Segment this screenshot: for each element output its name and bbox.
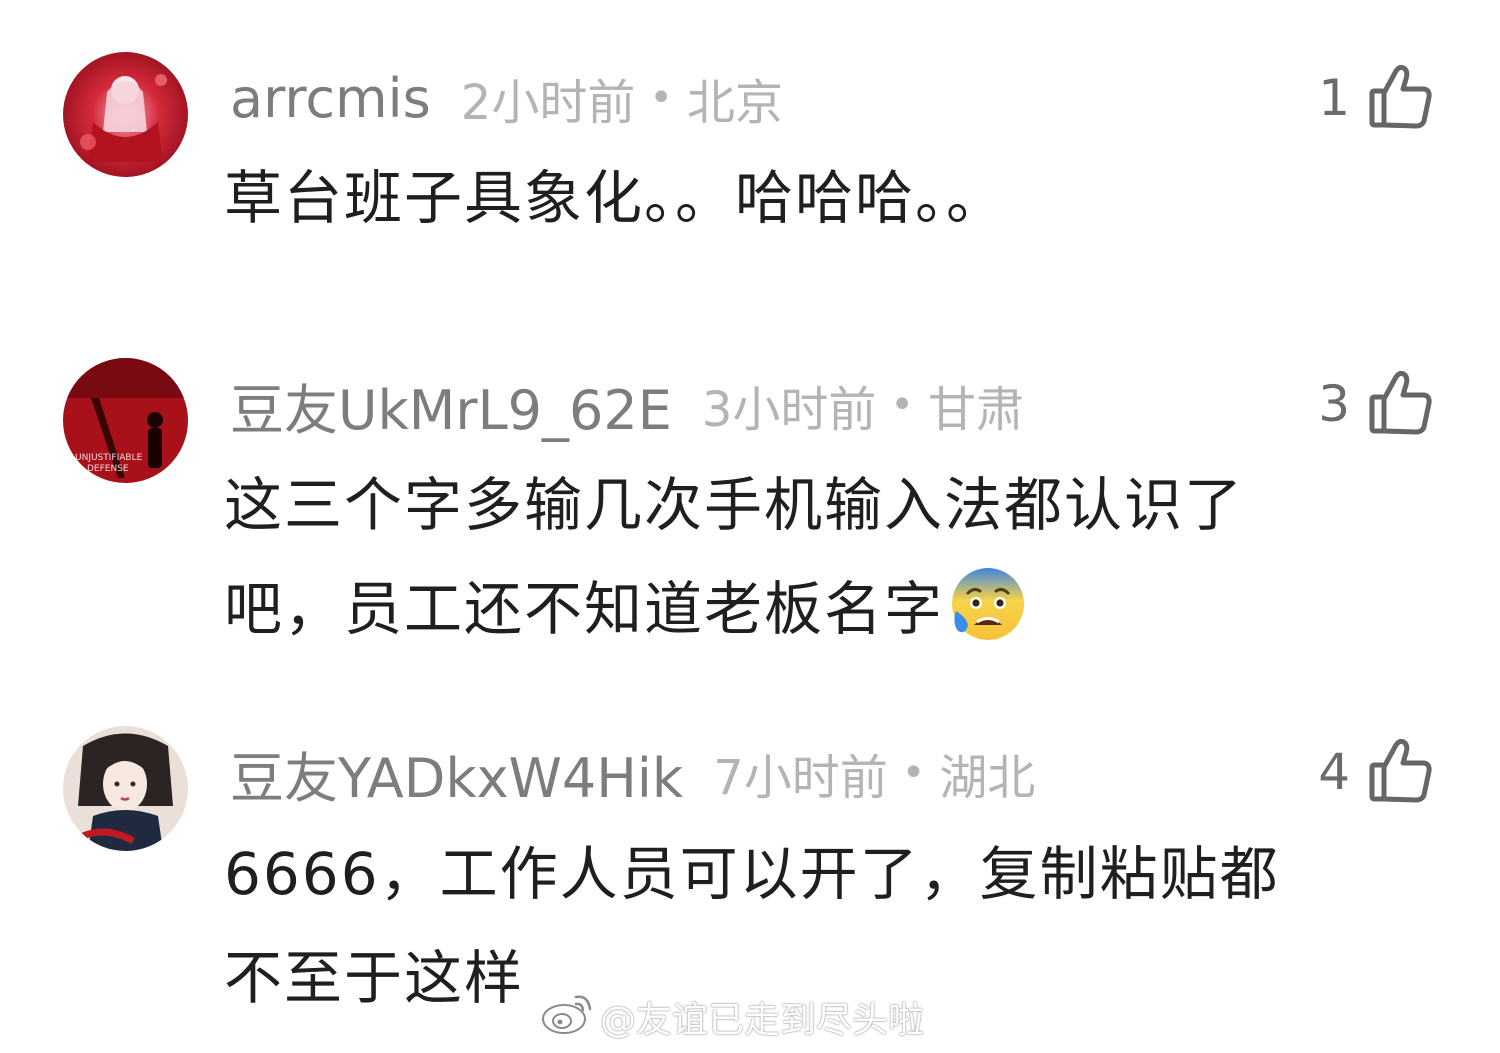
like-count: 4: [1318, 743, 1350, 801]
comment-meta: 豆友YADkxW4Hik 7小时前 • 湖北: [230, 738, 1036, 810]
weibo-icon: [540, 991, 600, 1044]
comment-text-line: 6666，工作人员可以开了，复制粘贴都: [224, 840, 1280, 908]
thumbs-up-icon: [1368, 735, 1434, 809]
comment-item: 豆友YADkxW4Hik 7小时前 • 湖北 4 6666，工作人员可以开了，复…: [0, 0, 1500, 1053]
like-button[interactable]: 4: [1318, 732, 1434, 812]
username[interactable]: 豆友YADkxW4Hik: [230, 734, 683, 813]
avatar[interactable]: [63, 726, 188, 851]
location: 湖北: [939, 750, 1036, 806]
watermark-text: @友谊已走到尽头啦: [600, 1000, 925, 1041]
watermark: @友谊已走到尽头啦: [540, 992, 924, 1042]
timestamp: 7小时前: [713, 750, 888, 806]
avatar-image: [63, 726, 188, 851]
separator-dot: •: [901, 750, 926, 796]
